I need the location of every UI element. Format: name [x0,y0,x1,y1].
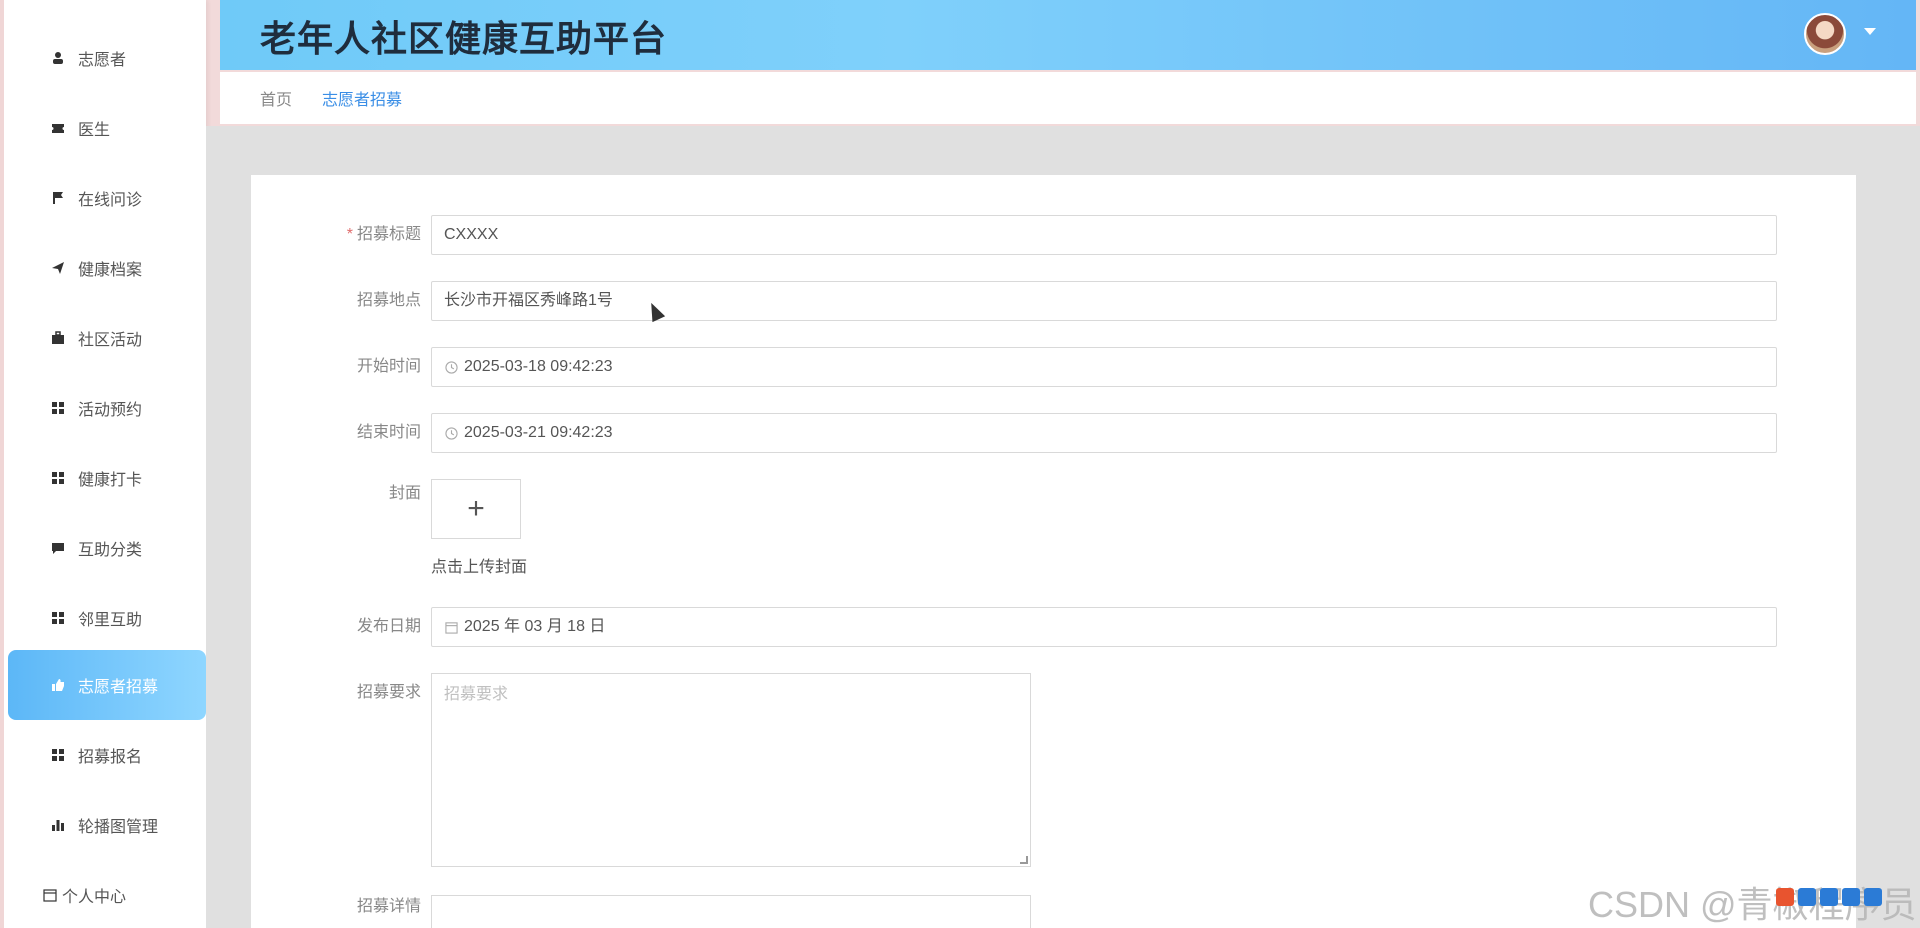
sidebar-item-label: 志愿者招募 [78,679,159,696]
start-time-label: 开始时间 [356,358,421,375]
tray-icon[interactable] [1820,888,1838,906]
sidebar: 志愿者 医生 在线问诊 健康档案 社区活动 活动预约 健康打卡 互助分类 邻里互… [0,0,206,928]
sidebar-item-volunteer-recruit[interactable]: 志愿者招募 [8,650,206,720]
tray-icon[interactable] [1842,888,1860,906]
sidebar-item-health-record[interactable]: 健康档案 [8,233,206,303]
avatar[interactable] [1804,13,1846,55]
detail-label: 招募详情 [356,898,421,915]
form-row-requirement: 招募要求 招募要求 [251,673,1856,873]
calendar-icon [42,887,58,903]
flag-icon [50,190,66,206]
sidebar-item-community-activity[interactable]: 社区活动 [8,303,206,373]
clock-icon [444,360,458,374]
user-icon [50,50,66,66]
location-input[interactable]: 长沙市开福区秀峰路1号 [431,281,1777,321]
sidebar-item-activity-booking[interactable]: 活动预约 [8,373,206,443]
sidebar-item-label: 在线问诊 [78,192,143,209]
sidebar-item-help-category[interactable]: 互助分类 [8,513,206,583]
sidebar-item-label: 志愿者 [78,52,127,69]
clock-icon [444,426,458,440]
tray-icon[interactable] [1798,888,1816,906]
briefcase-icon [50,330,66,346]
sidebar-item-label: 医生 [78,122,111,139]
comment-icon [50,540,66,556]
cover-upload-button[interactable]: + [431,479,521,539]
sidebar-item-label: 个人中心 [62,889,127,906]
cover-upload-hint: 点击上传封面 [431,559,528,576]
grid-icon [50,470,66,486]
plus-icon: + [467,492,485,525]
system-tray [1776,888,1882,906]
sidebar-item-carousel[interactable]: 轮播图管理 [8,790,206,860]
sidebar-item-health-checkin[interactable]: 健康打卡 [8,443,206,513]
thumbs-up-icon [50,677,66,693]
sidebar-item-consult[interactable]: 在线问诊 [8,163,206,233]
send-icon [50,260,66,276]
title-label: * 招募标题 [346,226,421,243]
chevron-down-icon[interactable] [1864,28,1876,35]
requirement-textarea[interactable]: 招募要求 [431,673,1031,867]
ticket-icon [50,120,66,136]
app-title: 老年人社区健康互助平台 [260,18,668,59]
breadcrumb-current: 志愿者招募 [322,92,403,109]
end-time-value: 2025-03-21 09:42:23 [464,424,613,441]
tray-icon[interactable] [1864,888,1882,906]
sidebar-item-label: 健康档案 [78,262,143,279]
calendar-icon [444,620,458,634]
app-header: 老年人社区健康互助平台 [220,0,1916,70]
sidebar-item-doctor[interactable]: 医生 [8,93,206,163]
resize-handle[interactable] [1020,856,1028,864]
requirement-placeholder: 招募要求 [444,686,509,703]
sidebar-item-label: 招募报名 [78,749,143,766]
end-time-label: 结束时间 [356,424,421,441]
end-time-input[interactable]: 2025-03-21 09:42:23 [431,413,1777,453]
location-label: 招募地点 [356,292,421,309]
requirement-label: 招募要求 [356,684,421,701]
tray-icon[interactable] [1776,888,1794,906]
sidebar-item-label: 健康打卡 [78,472,143,489]
location-input-value: 长沙市开福区秀峰路1号 [444,292,613,309]
grid-icon [50,400,66,416]
publish-date-input[interactable]: 2025 年 03 月 18 日 [431,607,1777,647]
sidebar-item-personal-center[interactable]: 个人中心 [8,860,206,928]
form-card: * 招募标题 CXXXX 招募地点 长沙市开福区秀峰路1号 开始时间 2025-0… [251,175,1856,928]
start-time-value: 2025-03-18 09:42:23 [464,358,613,375]
sidebar-item-label: 活动预约 [78,402,143,419]
bar-chart-icon [50,817,66,833]
start-time-input[interactable]: 2025-03-18 09:42:23 [431,347,1777,387]
detail-editor[interactable] [431,895,1031,928]
sidebar-item-label: 邻里互助 [78,612,143,629]
sidebar-item-label: 互助分类 [78,542,143,559]
sidebar-item-neighbor-help[interactable]: 邻里互助 [8,583,206,653]
title-input[interactable]: CXXXX [431,215,1777,255]
grid-icon [50,747,66,763]
breadcrumb: 首页 志愿者招募 [220,72,1916,124]
grid-icon [50,610,66,626]
form-row-cover: 封面 + 点击上传封面 [251,479,1856,579]
breadcrumb-home[interactable]: 首页 [260,86,292,110]
publish-date-label: 发布日期 [356,618,421,635]
title-input-value: CXXXX [444,226,499,243]
required-marker: * [346,226,353,243]
sidebar-item-label: 社区活动 [78,332,143,349]
sidebar-item-volunteer[interactable]: 志愿者 [8,23,206,93]
publish-date-value: 2025 年 03 月 18 日 [464,618,606,635]
sidebar-item-label: 轮播图管理 [78,819,159,836]
sidebar-item-recruit-signup[interactable]: 招募报名 [8,720,206,790]
cover-label: 封面 [388,485,421,502]
